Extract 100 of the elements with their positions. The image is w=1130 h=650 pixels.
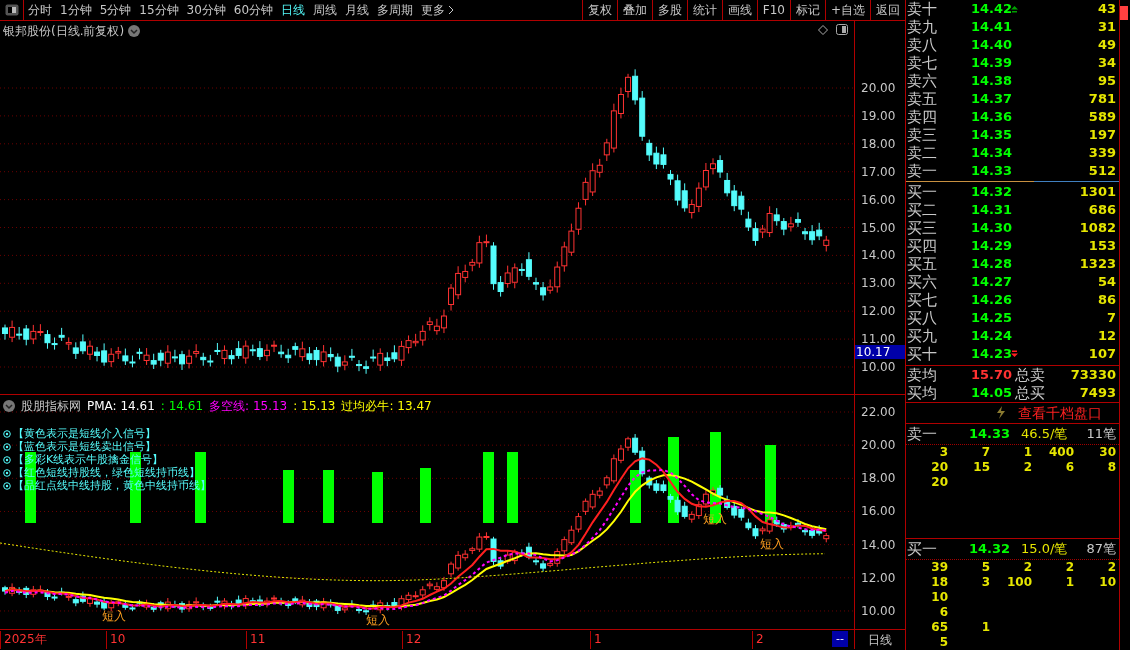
queue-cell-text: 5 [980, 560, 990, 575]
axis-label: 22.00 [861, 405, 896, 419]
queue-price: 14.33 [969, 425, 1012, 444]
queue-cell-text: 400 [1047, 444, 1074, 460]
period-tab[interactable]: 更多 [417, 0, 459, 21]
date-label: 10 [106, 631, 126, 649]
queue-count: 87笔 [1085, 540, 1116, 559]
axis-label: 16.00 [861, 504, 896, 519]
level-volume: 1301 [1078, 182, 1116, 201]
level-label: 买五 [907, 254, 938, 273]
queue-cell-text: 2 [1106, 560, 1116, 575]
period-tab[interactable]: 5分钟 [95, 0, 136, 21]
level-label: 卖二 [907, 144, 938, 162]
period-tab[interactable]: 多周期 [373, 0, 418, 21]
period-tab[interactable]: 30分钟 [182, 0, 230, 21]
summary-total: 73330 [1069, 365, 1116, 384]
level-volume: 31 [1096, 18, 1116, 36]
period-tab[interactable]: 月线 [341, 0, 374, 21]
queue-cell-text: 5 [938, 635, 948, 650]
toolbar-button[interactable]: 复权 [581, 0, 617, 21]
signal-label: 短入 [102, 609, 126, 623]
level-price: 14.24 [971, 326, 1011, 345]
date-label: 1 [590, 631, 602, 649]
queue-cell-text: 7 [980, 444, 990, 460]
queue-cell-text: 10 [1098, 575, 1116, 590]
toolbar-button[interactable]: F10 [756, 0, 790, 21]
period-tab[interactable]: 日线 [277, 0, 310, 21]
queue-cell-text: 2 [1064, 560, 1074, 575]
summary-label: 买均 [907, 383, 938, 402]
period-tab[interactable]: 周线 [309, 0, 342, 21]
signal-label: 短入 [366, 613, 390, 627]
queue-cell-text: 6 [1064, 459, 1074, 475]
axis-label: 13.00 [861, 276, 896, 291]
date-label: 11 [246, 631, 266, 649]
toolbar-button[interactable]: 画线 [721, 0, 757, 21]
indicator-value: 多空线: 15.13 [209, 398, 288, 415]
level-price: 14.37 [971, 90, 1011, 108]
axis-label: 14.00 [861, 537, 896, 552]
queue-cell-text: 2 [1022, 459, 1032, 475]
axis-label: 14.00 [861, 248, 896, 263]
level-label: 买二 [907, 200, 938, 219]
toolbar-button[interactable]: 叠加 [616, 0, 652, 21]
queue-cell-text: 1 [1064, 575, 1074, 590]
level-label: 买十 [907, 344, 938, 363]
level-price: 14.35 [971, 126, 1011, 144]
level-label: 买九 [907, 326, 938, 345]
level-volume: 7 [1105, 308, 1116, 327]
level-volume: 86 [1096, 290, 1116, 309]
level-price: 14.42 [971, 0, 1011, 18]
toolbar-button[interactable]: 返回 [870, 0, 905, 21]
indicator-name: 股朋指标网 [21, 398, 81, 415]
queue-label: 买一 [907, 538, 938, 560]
indicator-value: 过均必牛: 13.47 [341, 398, 432, 415]
queue-cell-text: 30 [1098, 444, 1116, 460]
level-volume: 34 [1096, 54, 1116, 72]
queue-cell-text: 18 [930, 575, 948, 590]
period-button[interactable]: 日线 [855, 630, 905, 649]
level-price: 14.38 [971, 72, 1011, 90]
queue-count: 11笔 [1085, 425, 1116, 444]
queue-cell-text: 20 [930, 474, 948, 490]
axis-label: 15.00 [861, 220, 896, 235]
chart-title: 银邦股份(日线.前复权) [3, 23, 125, 40]
queue-cell-text: 3 [938, 444, 948, 460]
level-volume: 686 [1087, 200, 1116, 219]
level-volume: 1082 [1078, 218, 1116, 237]
level-price: 14.36 [971, 108, 1011, 126]
level-volume: 512 [1087, 162, 1116, 180]
level-price: 14.25 [971, 308, 1011, 327]
level-label: 卖四 [907, 108, 938, 126]
level-label: 卖五 [907, 90, 938, 108]
queue-cell-text: 1 [980, 620, 990, 635]
summary-label: 总买 [1015, 383, 1046, 402]
level-volume: 12 [1096, 326, 1116, 345]
toolbar-button[interactable]: 多股 [651, 0, 687, 21]
level-volume: 781 [1087, 90, 1116, 108]
period-tab[interactable]: 15分钟 [135, 0, 183, 21]
page-indicator[interactable]: -- [832, 631, 848, 647]
queue-cell-text: 10 [930, 590, 948, 605]
level-volume: 49 [1096, 36, 1116, 54]
legend-text: 【蓝色表示是短线卖出信号】 [13, 440, 156, 453]
period-tab[interactable]: 分时 [24, 0, 56, 21]
level-volume: 197 [1087, 126, 1116, 144]
level-volume: 1323 [1078, 254, 1116, 273]
level-label: 卖六 [907, 72, 938, 90]
summary-price: 14.05 [971, 383, 1014, 402]
level-label: 买六 [907, 272, 938, 291]
toolbar-button[interactable]: 标记 [789, 0, 825, 21]
period-tab[interactable]: 60分钟 [229, 0, 278, 21]
axis-label: 19.00 [861, 108, 896, 123]
current-price-label: 10.17 [855, 345, 905, 360]
toolbar-button[interactable]: 统计 [686, 0, 722, 21]
date-label: 2025年 [0, 631, 47, 649]
toolbar-button[interactable]: +自选 [824, 0, 870, 21]
level-volume: 153 [1087, 236, 1116, 255]
legend-text: 【黄色表示是短线介入信号】 [13, 427, 156, 440]
level-label: 卖九 [907, 18, 938, 36]
period-tab[interactable]: 1分钟 [56, 0, 96, 21]
depth-link[interactable]: 查看千档盘口 [1018, 402, 1102, 423]
queue-cell-text: 2 [1022, 560, 1032, 575]
queue-cell-text: 39 [930, 560, 948, 575]
